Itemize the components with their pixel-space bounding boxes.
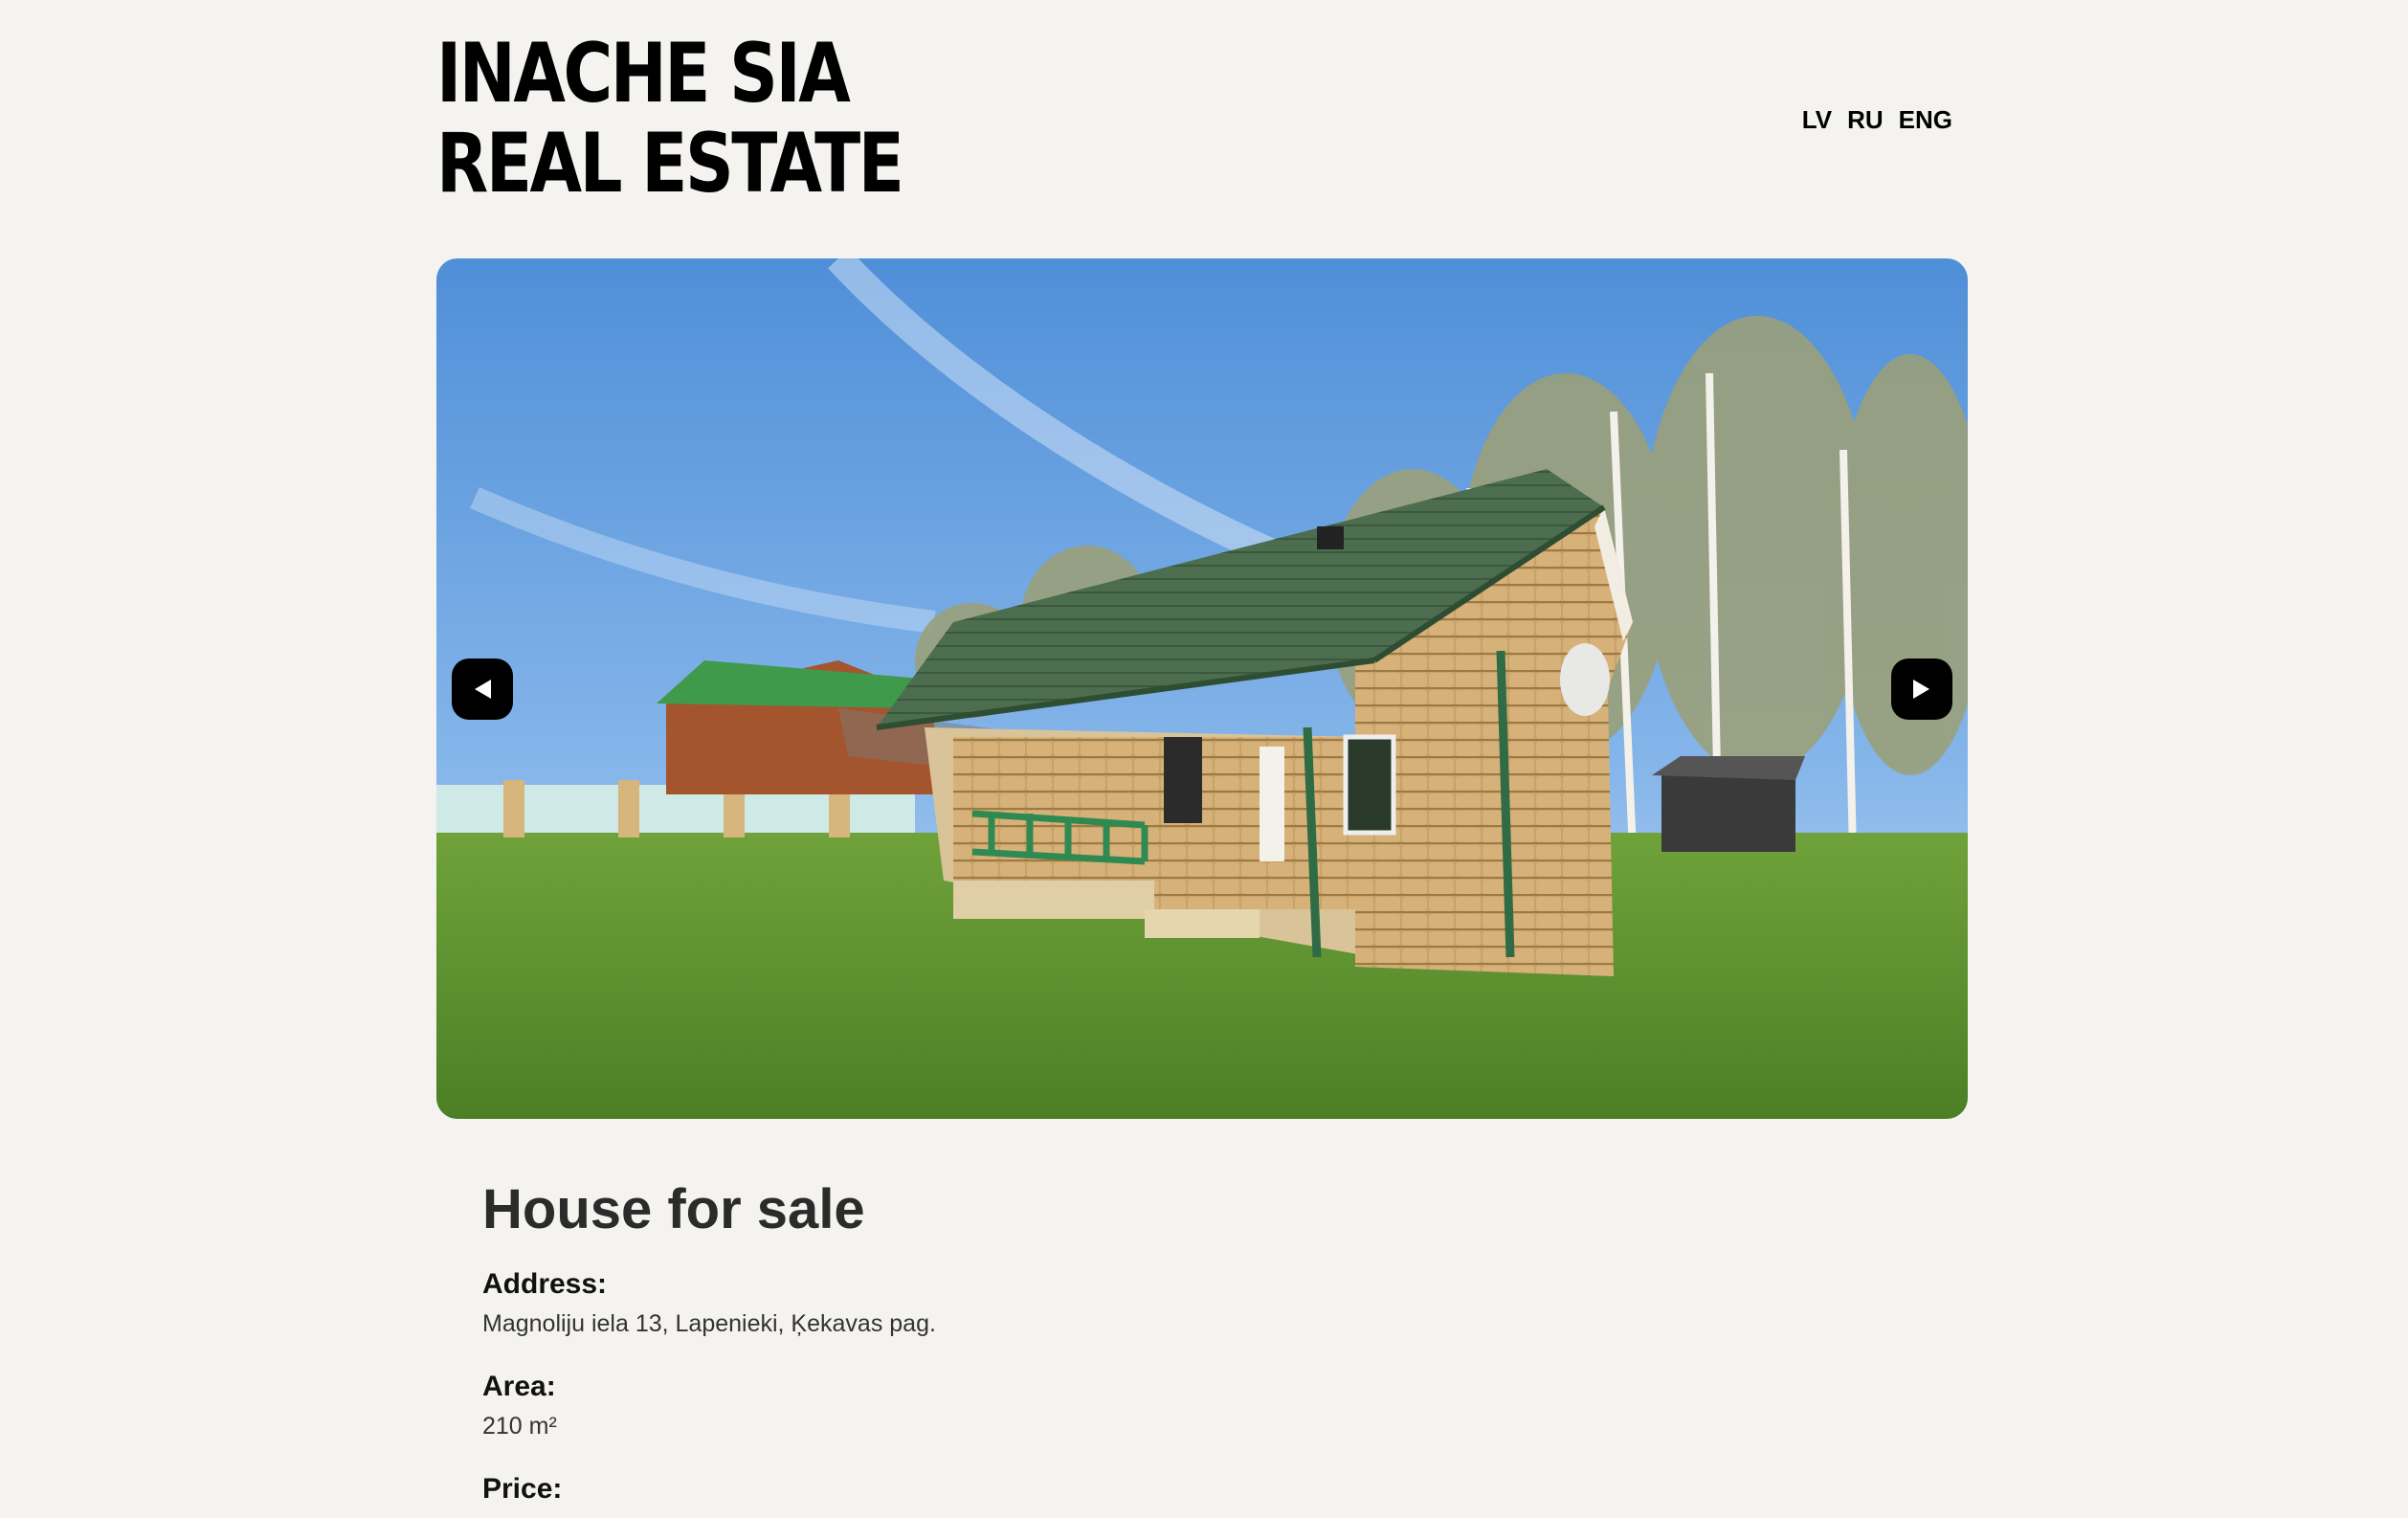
site-logo[interactable]: INACHE SIA REAL ESTATE: [436, 26, 904, 212]
house-photo: [436, 258, 1968, 1119]
photo-gallery[interactable]: [436, 258, 1968, 1119]
lang-lv[interactable]: LV: [1802, 105, 1832, 135]
gallery-next-button[interactable]: [1891, 659, 1952, 720]
language-switcher: LV RU ENG: [1802, 105, 1952, 135]
price-label: Price:: [482, 1473, 563, 1505]
chevron-right-icon: [1913, 680, 1929, 699]
lang-eng[interactable]: ENG: [1899, 105, 1952, 135]
address-label: Address:: [482, 1268, 608, 1300]
lang-ru[interactable]: RU: [1847, 105, 1884, 135]
logo-line-1: INACHE SIA: [436, 26, 851, 122]
logo-line-2: REAL ESTATE: [436, 116, 904, 212]
listing-details: House for sale Address: Magnoliju iela 1…: [482, 1177, 1631, 1515]
chevron-left-icon: [475, 680, 491, 699]
listing-title: House for sale: [482, 1178, 865, 1240]
area-value: 210 m²: [482, 1413, 557, 1440]
gallery-prev-button[interactable]: [452, 659, 513, 720]
address-value: Magnoliju iela 13, Lapenieki, Ķekavas pa…: [482, 1310, 936, 1337]
area-label: Area:: [482, 1371, 556, 1402]
